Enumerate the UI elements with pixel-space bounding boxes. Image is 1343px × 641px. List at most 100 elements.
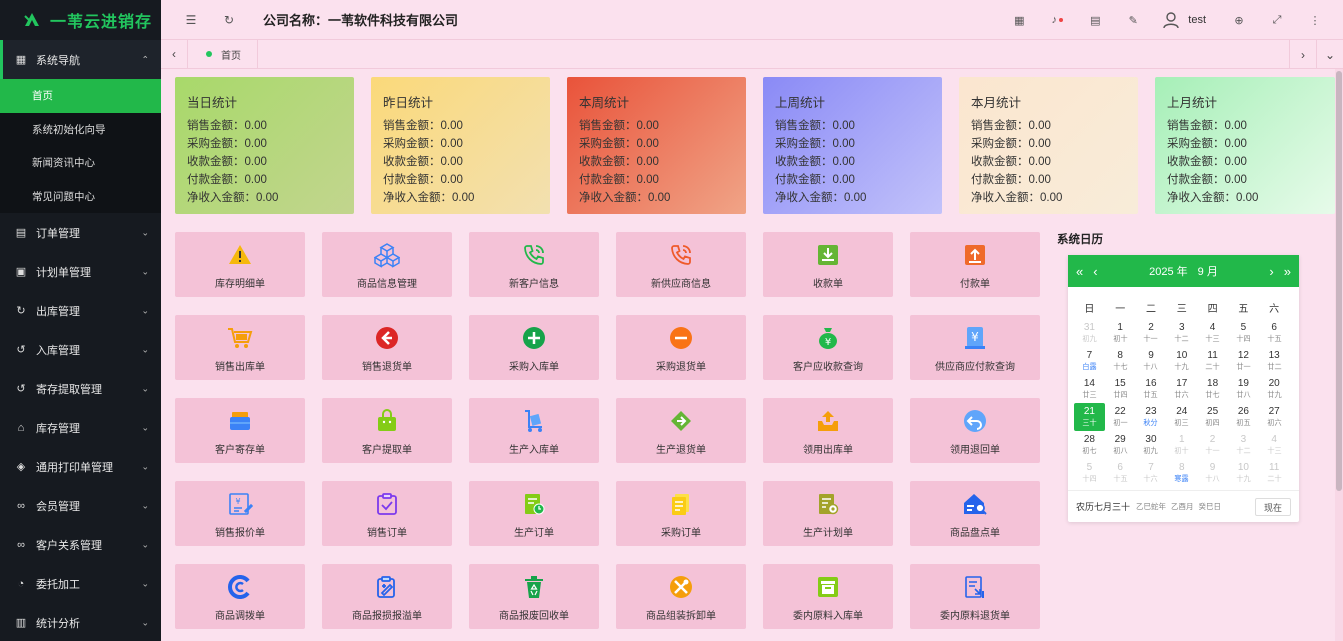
calendar-day[interactable]: 8 十七 [1105, 347, 1136, 375]
calendar-day[interactable]: 9 十八 [1197, 459, 1228, 487]
calendar-day[interactable]: 28 初七 [1074, 431, 1105, 459]
calendar-day[interactable]: 4 十三 [1197, 319, 1228, 347]
calendar-day[interactable]: 1 初十 [1105, 319, 1136, 347]
tile-production-return[interactable]: 生产退货单 [616, 398, 746, 463]
tile-purchase-return[interactable]: 采购退货单 [616, 315, 746, 380]
calendar-day[interactable]: 27 初六 [1259, 403, 1290, 431]
tile-outsource-material-return[interactable]: 委内原料退货单 [910, 564, 1040, 629]
sidebar-group-plans[interactable]: ▣ 计划单管理 ⌄ [0, 252, 161, 291]
calendar-day[interactable]: 25 初四 [1197, 403, 1228, 431]
sidebar-group-outsourcing[interactable]: ◔ 委托加工 ⌄ [0, 564, 161, 603]
sidebar-item-home[interactable]: 首页 [0, 79, 161, 113]
calendar-day[interactable]: 3 十二 [1228, 431, 1259, 459]
calendar-day-today[interactable]: 21 三十 [1074, 403, 1105, 431]
calendar-month[interactable]: 9 月 [1198, 263, 1218, 279]
tile-payment[interactable]: 付款单 [910, 232, 1040, 297]
calendar-day[interactable]: 15 廿四 [1105, 375, 1136, 403]
calendar-day[interactable]: 5 十四 [1074, 459, 1105, 487]
app-logo[interactable]: 一苇云进销存 [0, 0, 161, 40]
calendar-day[interactable]: 31 初九 [1074, 319, 1105, 347]
page-scrollbar[interactable] [1335, 69, 1343, 641]
calendar-day[interactable]: 14 廿三 [1074, 375, 1105, 403]
calendar-day[interactable]: 2 十一 [1197, 431, 1228, 459]
sidebar-group-system-nav[interactable]: ▦ 系统导航 ⌃ [0, 40, 161, 79]
double-chevron-right-icon[interactable]: » [1284, 264, 1291, 279]
sidebar-group-inventory[interactable]: ⌂ 库存管理 ⌄ [0, 408, 161, 447]
now-button[interactable]: 现在 [1254, 498, 1291, 516]
more-vertical-icon[interactable]: ⋮ [1305, 10, 1325, 30]
tile-product-transfer[interactable]: 商品调拨单 [175, 564, 305, 629]
tile-requisition-return[interactable]: 领用退回单 [910, 398, 1040, 463]
sidebar-item-init-wizard[interactable]: 系统初始化向导 [0, 113, 161, 147]
calendar-day[interactable]: 29 初八 [1105, 431, 1136, 459]
tile-product-info[interactable]: 商品信息管理 [322, 232, 452, 297]
message-icon[interactable]: ▤ [1085, 10, 1105, 30]
calendar-day[interactable]: 23 秋分 [1136, 403, 1167, 431]
calendar-day[interactable]: 8 寒露 [1166, 459, 1197, 487]
sidebar-group-inbound[interactable]: ↺ 入库管理 ⌄ [0, 330, 161, 369]
sidebar-item-news[interactable]: 新闻资讯中心 [0, 146, 161, 180]
tile-outsource-material-inbound[interactable]: 委内原料入库单 [763, 564, 893, 629]
scrollbar-thumb[interactable] [1336, 71, 1342, 491]
calendar-day[interactable]: 13 廿二 [1259, 347, 1290, 375]
calendar-day[interactable]: 10 十九 [1228, 459, 1259, 487]
double-chevron-left-icon[interactable]: « [1076, 264, 1083, 279]
calendar-day[interactable]: 22 初一 [1105, 403, 1136, 431]
sidebar-group-outbound[interactable]: ↻ 出库管理 ⌄ [0, 291, 161, 330]
tile-production-order[interactable]: 生产订单 [469, 481, 599, 546]
tabs-scroll-left[interactable]: ‹ [161, 39, 188, 69]
tile-receipt[interactable]: 收款单 [763, 232, 893, 297]
menu-toggle-icon[interactable]: ☰ [181, 10, 201, 30]
calendar-day[interactable]: 11 二十 [1197, 347, 1228, 375]
tile-new-supplier[interactable]: 新供应商信息 [616, 232, 746, 297]
calendar-day[interactable]: 26 初五 [1228, 403, 1259, 431]
calendar-day[interactable]: 7 白露 [1074, 347, 1105, 375]
tile-assembly[interactable]: 商品组装拆卸单 [616, 564, 746, 629]
sidebar-group-crm[interactable]: ∞ 客户关系管理 ⌄ [0, 525, 161, 564]
calendar-day[interactable]: 6 十五 [1105, 459, 1136, 487]
tile-scrap-recycle[interactable]: 商品报废回收单 [469, 564, 599, 629]
calendar-day[interactable]: 17 廿六 [1166, 375, 1197, 403]
calendar-day[interactable]: 24 初三 [1166, 403, 1197, 431]
edit-doc-icon[interactable]: ✎ [1123, 10, 1143, 30]
tabs-scroll-right[interactable]: › [1289, 40, 1316, 69]
tile-customer-receivable[interactable]: ¥ 客户应收款查询 [763, 315, 893, 380]
calendar-day[interactable]: 10 十九 [1166, 347, 1197, 375]
calendar-day[interactable]: 20 廿九 [1259, 375, 1290, 403]
tile-inventory-detail[interactable]: 库存明细单 [175, 232, 305, 297]
chevron-right-icon[interactable]: › [1269, 264, 1273, 279]
globe-icon[interactable]: ⊕ [1229, 10, 1249, 30]
tile-sales-return[interactable]: 销售退货单 [322, 315, 452, 380]
calendar-day[interactable]: 4 十三 [1259, 431, 1290, 459]
user-menu[interactable]: test [1162, 11, 1206, 29]
sidebar-group-deposit[interactable]: ↺ 寄存提取管理 ⌄ [0, 369, 161, 408]
tile-new-customer[interactable]: 新客户信息 [469, 232, 599, 297]
sidebar-item-faq[interactable]: 常见问题中心 [0, 180, 161, 214]
tile-loss-overflow[interactable]: 商品报损报溢单 [322, 564, 452, 629]
fullscreen-icon[interactable]: ⤢ [1267, 10, 1287, 30]
calendar-day[interactable]: 16 廿五 [1136, 375, 1167, 403]
tile-customer-withdrawal[interactable]: 客户提取单 [322, 398, 452, 463]
tile-production-inbound[interactable]: 生产入库单 [469, 398, 599, 463]
calendar-day[interactable]: 1 初十 [1166, 431, 1197, 459]
tile-sales-quote[interactable]: ¥ 销售报价单 [175, 481, 305, 546]
calendar-day[interactable]: 9 十八 [1136, 347, 1167, 375]
calendar-day[interactable]: 2 十一 [1136, 319, 1167, 347]
calendar-day[interactable]: 30 初九 [1136, 431, 1167, 459]
tile-purchase-order[interactable]: 采购订单 [616, 481, 746, 546]
tile-customer-deposit[interactable]: 客户寄存单 [175, 398, 305, 463]
calendar-day[interactable]: 12 廿一 [1228, 347, 1259, 375]
refresh-icon[interactable]: ↻ [219, 10, 239, 30]
calendar-day[interactable]: 3 十二 [1166, 319, 1197, 347]
calendar-year[interactable]: 2025 年 [1149, 263, 1188, 279]
tile-supplier-payable[interactable]: ¥ 供应商应付款查询 [910, 315, 1040, 380]
tile-sales-order[interactable]: 销售订单 [322, 481, 452, 546]
calendar-day[interactable]: 18 廿七 [1197, 375, 1228, 403]
tile-sales-outbound[interactable]: 销售出库单 [175, 315, 305, 380]
tabs-dropdown[interactable]: ⌄ [1316, 40, 1343, 69]
sidebar-group-stats[interactable]: ▥ 统计分析 ⌄ [0, 603, 161, 641]
bell-icon[interactable]: ♪ [1047, 10, 1067, 30]
sidebar-group-orders[interactable]: ▤ 订单管理 ⌄ [0, 213, 161, 252]
calendar-day[interactable]: 19 廿八 [1228, 375, 1259, 403]
tile-stocktaking[interactable]: 商品盘点单 [910, 481, 1040, 546]
